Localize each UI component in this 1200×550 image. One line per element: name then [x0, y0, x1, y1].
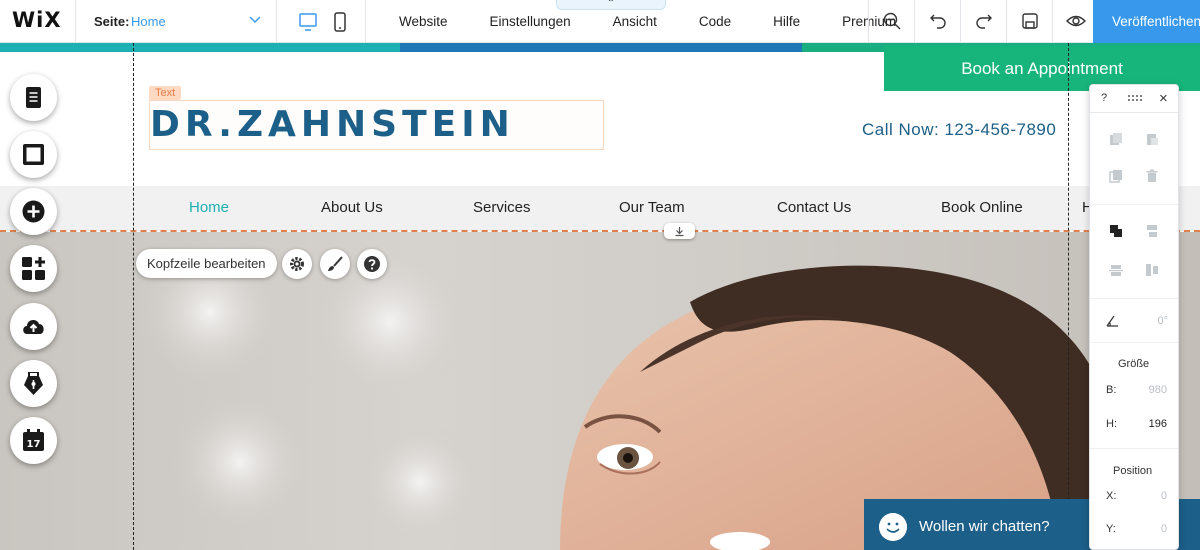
text-element-tag: Text	[149, 86, 182, 100]
drag-grip-icon[interactable]	[1127, 94, 1143, 102]
redo-button[interactable]	[960, 0, 1006, 43]
brush-icon	[328, 256, 343, 271]
x-input[interactable]: 0	[1161, 490, 1167, 502]
pen-nib-icon	[24, 372, 43, 395]
page-selector-label: Seite:	[94, 14, 130, 29]
nav-contact-us[interactable]: Contact Us	[777, 199, 851, 216]
copy-icon[interactable]	[1109, 132, 1123, 146]
page-selector[interactable]: Seite: Home	[75, 0, 277, 43]
inspector-header: ? ×	[1090, 85, 1178, 113]
edit-header-button[interactable]: Kopfzeile bearbeiten	[136, 249, 277, 278]
help-icon	[364, 256, 380, 272]
redo-icon	[976, 14, 992, 29]
inspector-edit-actions	[1090, 113, 1178, 205]
undo-button[interactable]	[914, 0, 960, 43]
apps-button[interactable]	[10, 245, 57, 292]
blog-button[interactable]	[10, 360, 57, 407]
add-icon	[22, 200, 45, 223]
page-selector-value: Home	[131, 14, 166, 29]
smiley-icon	[879, 513, 907, 541]
gear-icon	[290, 257, 304, 271]
publish-button[interactable]: Veröffentlichen	[1093, 0, 1200, 43]
zoom-out-button[interactable]	[868, 0, 914, 43]
nav-about-us[interactable]: About Us	[321, 199, 383, 216]
paste-icon[interactable]	[1145, 132, 1159, 146]
header-boundary-line	[0, 230, 1200, 232]
calendar-icon: 17	[23, 429, 44, 451]
height-input[interactable]: 196	[1149, 418, 1167, 430]
match-size-icon[interactable]	[1145, 263, 1159, 277]
position-title: Position	[1113, 465, 1153, 477]
collapse-arrow-icon: ⌃	[606, 0, 616, 9]
align-icon[interactable]	[1145, 224, 1159, 238]
inspector-rotation: 0°	[1090, 299, 1178, 343]
background-icon	[23, 144, 44, 165]
add-button[interactable]	[10, 188, 57, 235]
y-input[interactable]: 0	[1161, 523, 1167, 535]
menu-code[interactable]: Code	[678, 0, 752, 43]
arrow-down-icon	[675, 227, 684, 237]
save-button[interactable]	[1006, 0, 1052, 43]
rotation-value[interactable]: 0°	[1157, 315, 1168, 327]
nav-book-online[interactable]: Book Online	[941, 199, 1023, 216]
right-guide-line	[1068, 43, 1069, 550]
nav-our-team[interactable]: Our Team	[619, 199, 685, 216]
background-button[interactable]	[10, 131, 57, 178]
rotate-angle-icon	[1106, 315, 1118, 327]
y-label: Y:	[1106, 523, 1116, 535]
inspector-position: Position X: 0 Y: 0	[1090, 449, 1178, 549]
chat-text: Wollen wir chatten?	[919, 518, 1050, 535]
pages-button[interactable]	[10, 74, 57, 121]
bookings-button[interactable]: 17	[10, 417, 57, 464]
inspector-arrange	[1090, 205, 1178, 299]
save-icon	[1022, 13, 1038, 29]
inspector-close-button[interactable]: ×	[1159, 90, 1168, 107]
mobile-icon[interactable]	[328, 10, 352, 34]
height-label: H:	[1106, 418, 1117, 430]
site-navigation: Home About Us Services Our Team Contact …	[0, 186, 1200, 231]
header-strip-blue	[400, 43, 802, 52]
zoom-out-icon	[883, 12, 901, 30]
left-guide-line	[133, 43, 134, 550]
header-help-button[interactable]	[357, 249, 387, 279]
upload-button[interactable]	[10, 303, 57, 350]
site-logo-text[interactable]: DR.ZAHNSTEIN	[150, 104, 515, 145]
trash-icon[interactable]	[1145, 169, 1159, 183]
call-now-text[interactable]: Call Now: 123-456-7890	[862, 120, 1056, 140]
preview-button[interactable]	[1052, 0, 1098, 43]
size-title: Größe	[1118, 358, 1150, 370]
header-design-button[interactable]	[320, 249, 350, 279]
apps-icon	[22, 257, 45, 280]
width-label: B:	[1106, 384, 1117, 396]
toolbar-actions	[868, 0, 1098, 43]
preview-icon	[1066, 15, 1086, 27]
chevron-down-icon	[249, 16, 261, 23]
wix-logo[interactable]: WiX	[12, 8, 62, 32]
distribute-icon[interactable]	[1109, 263, 1123, 277]
header-settings-button[interactable]	[282, 249, 312, 279]
inspector-size: Größe B: 980 H: 196	[1090, 343, 1178, 449]
menu-website[interactable]: Website	[378, 0, 469, 43]
nav-home[interactable]: Home	[189, 199, 229, 216]
cloud-upload-icon	[23, 320, 44, 334]
x-label: X:	[1106, 490, 1117, 502]
collapse-topbar-tab[interactable]: ⌃	[556, 0, 666, 10]
arrange-forward-icon[interactable]	[1109, 224, 1123, 238]
menu-help[interactable]: Hilfe	[752, 0, 821, 43]
undo-icon	[930, 14, 946, 29]
device-switcher	[288, 0, 366, 43]
header-resize-handle[interactable]	[664, 223, 695, 239]
duplicate-icon[interactable]	[1109, 169, 1123, 183]
inspector-panel: ? × 0° Größe B: 980 H: 196 Position X: 0…	[1089, 84, 1179, 550]
pages-icon	[26, 87, 41, 108]
desktop-icon[interactable]	[296, 10, 320, 34]
header-strip-teal	[0, 43, 400, 52]
calendar-day: 17	[27, 439, 41, 450]
nav-services[interactable]: Services	[473, 199, 531, 216]
width-input[interactable]: 980	[1149, 384, 1167, 396]
inspector-help-button[interactable]: ?	[1101, 92, 1107, 104]
